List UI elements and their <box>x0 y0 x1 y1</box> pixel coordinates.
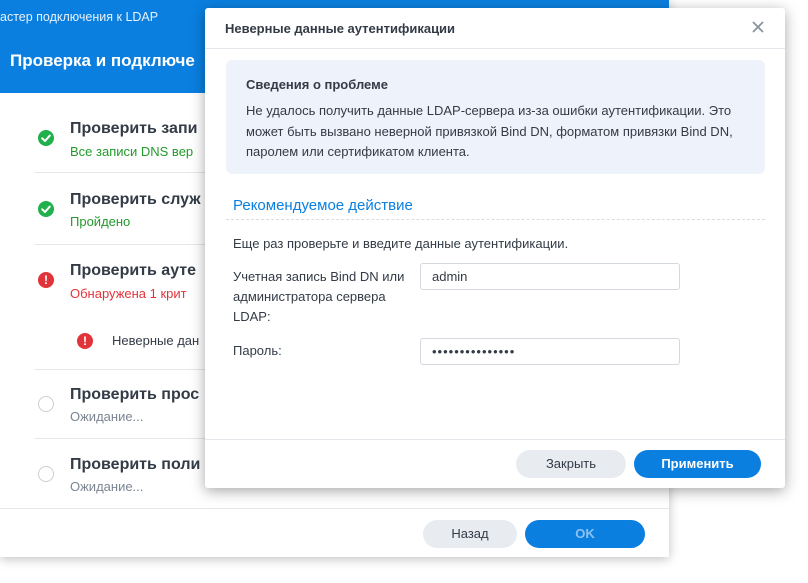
step-title: Проверить запи <box>70 120 198 137</box>
step-status: Пройдено <box>70 214 131 229</box>
password-input[interactable]: ••••••••••••••• <box>420 338 680 365</box>
ok-button[interactable]: OK <box>525 520 645 548</box>
recommended-action-heading: Рекомендуемое действие <box>233 197 413 214</box>
wizard-footer: Назад OK <box>0 508 669 557</box>
step-status: Обнаружена 1 крит <box>70 286 187 301</box>
divider <box>205 48 785 49</box>
bind-dn-input[interactable]: admin <box>420 263 680 290</box>
wizard-heading: Проверка и подключе <box>10 51 195 70</box>
wizard-title: астер подключения к LDAP <box>0 10 159 24</box>
error-icon: ! <box>38 272 54 288</box>
apply-button[interactable]: Применить <box>634 450 761 478</box>
dialog-title: Неверные данные аутентификации <box>225 21 456 36</box>
step-status: Все записи DNS вер <box>70 144 194 159</box>
success-check-icon <box>38 130 54 146</box>
back-button[interactable]: Назад <box>423 520 517 548</box>
step-title: Проверить ауте <box>70 262 197 279</box>
problem-details-box: Сведения о проблеме Не удалось получить … <box>226 60 765 174</box>
pending-circle-icon <box>38 466 54 482</box>
pending-circle-icon <box>38 396 54 412</box>
auth-error-dialog: Неверные данные аутентификации Сведения … <box>205 8 785 488</box>
password-label: Пароль: <box>233 343 282 358</box>
close-icon[interactable] <box>749 18 767 36</box>
step-title: Проверить прос <box>70 386 200 403</box>
success-check-icon <box>38 201 54 217</box>
divider <box>226 219 765 220</box>
error-icon: ! <box>77 333 93 349</box>
bind-dn-label: Учетная запись Bind DN или администратор… <box>233 269 405 324</box>
step-status: Ожидание... <box>70 479 144 494</box>
close-button[interactable]: Закрыть <box>516 450 626 478</box>
sub-issue-item[interactable]: Неверные дан <box>112 333 199 348</box>
problem-text: Не удалось получить данные LDAP-сервера … <box>246 103 733 159</box>
recommended-action-text: Еще раз проверьте и введите данные аутен… <box>233 236 569 251</box>
divider <box>205 439 785 440</box>
step-title: Проверить поли <box>70 456 201 473</box>
problem-title: Сведения о проблеме <box>246 77 388 92</box>
step-title: Проверить служ <box>70 191 201 208</box>
step-status: Ожидание... <box>70 409 144 424</box>
